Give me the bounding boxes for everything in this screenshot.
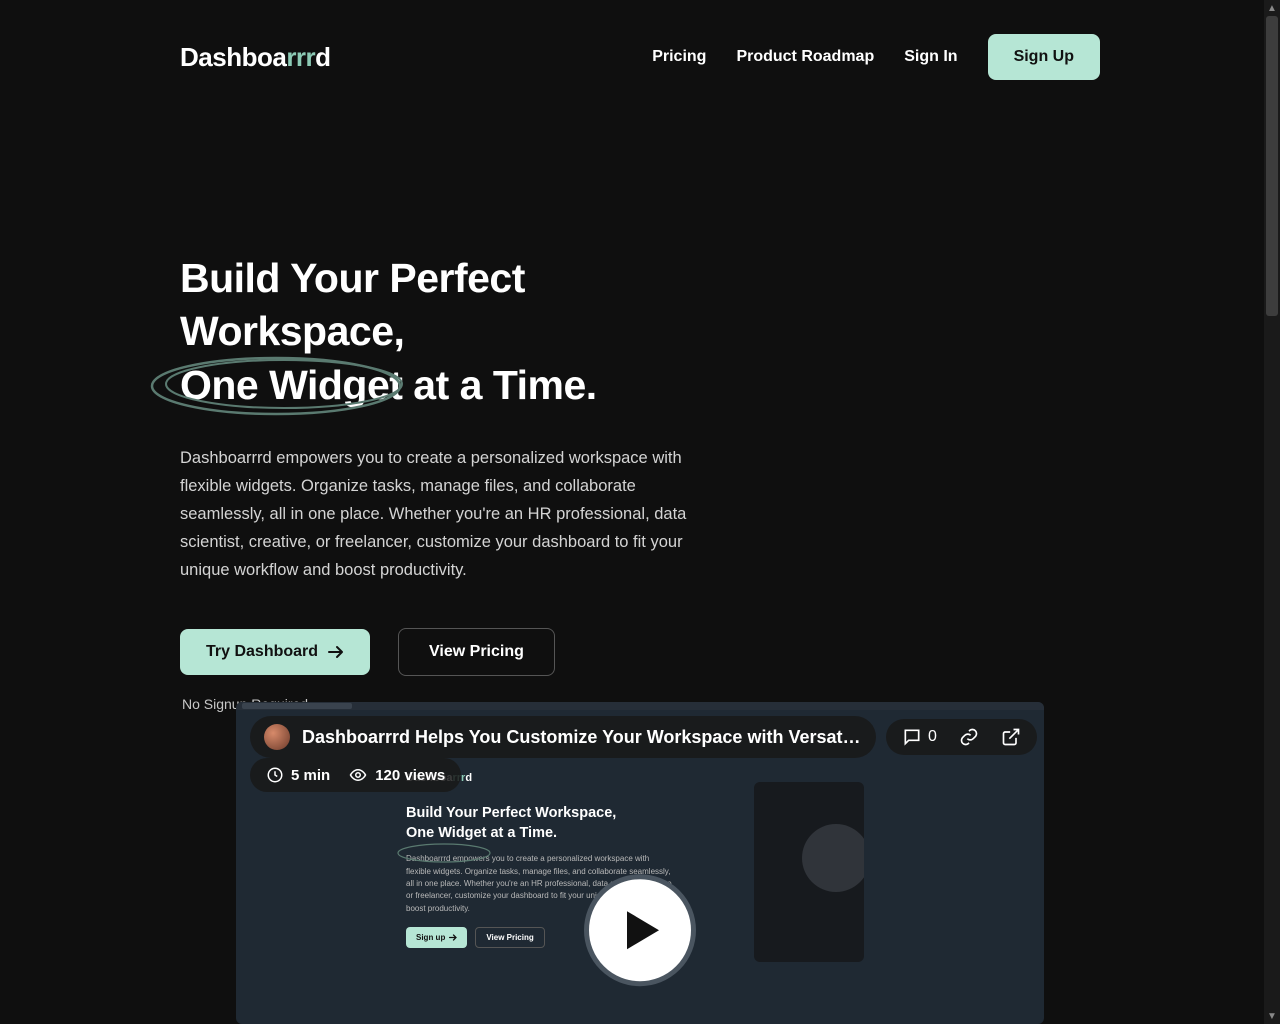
hero-title-line2-rest: at a Time.	[402, 362, 596, 408]
video-duration-text: 5 min	[291, 767, 330, 784]
eye-icon	[348, 766, 368, 784]
clock-icon	[266, 766, 284, 784]
thumb-signup-button: Sign up	[406, 927, 467, 948]
comment-button[interactable]: 0	[902, 727, 937, 747]
view-pricing-button[interactable]: View Pricing	[398, 628, 555, 676]
thumb-title-line2: One Widget at a Time.	[406, 825, 557, 841]
thumb-logo-part3: d	[465, 772, 472, 784]
hero: Build Your Perfect Workspace, One Widget…	[180, 80, 740, 712]
arrow-right-icon	[449, 934, 457, 941]
scroll-up-icon[interactable]: ▲	[1264, 0, 1280, 16]
video-views-text: 120 views	[375, 767, 445, 784]
scroll-down-icon[interactable]: ▼	[1264, 1008, 1280, 1024]
logo-part1: Dashboa	[180, 42, 286, 72]
hero-title-highlight-wrap: One Widget	[180, 359, 402, 412]
hero-title-highlight: One Widget	[180, 362, 402, 408]
try-dashboard-button[interactable]: Try Dashboard	[180, 629, 370, 675]
link-icon	[959, 727, 979, 747]
play-button[interactable]	[584, 874, 696, 986]
video-controls: 0	[886, 719, 1037, 755]
video-browser-strip	[236, 702, 1044, 710]
comment-count: 0	[928, 728, 937, 746]
video-title: Dashboarrrd Helps You Customize Your Wor…	[302, 727, 862, 748]
scrollbar[interactable]: ▲ ▼	[1264, 0, 1280, 1024]
logo-part3: d	[315, 42, 330, 72]
comment-icon	[902, 727, 922, 747]
arrow-right-icon	[328, 645, 344, 659]
logo-part2: rrr	[286, 42, 315, 72]
video-card[interactable]: Dashboarrrd Build Your Perfect Workspace…	[236, 702, 1044, 1024]
thumb-title-line1: Build Your Perfect Workspace,	[406, 805, 616, 821]
cta-row: Try Dashboard View Pricing	[180, 628, 740, 676]
hero-title: Build Your Perfect Workspace, One Widget…	[180, 252, 740, 412]
link-button[interactable]	[959, 727, 979, 747]
signup-button[interactable]: Sign Up	[988, 34, 1100, 80]
scrollbar-thumb[interactable]	[1266, 16, 1278, 316]
avatar	[264, 724, 290, 750]
nav-right: Pricing Product Roadmap Sign In Sign Up	[652, 34, 1100, 80]
decor-circle	[1092, 168, 1280, 394]
thumb-title: Build Your Perfect Workspace, One Widget…	[406, 804, 874, 843]
video-meta: 5 min 120 views	[250, 758, 461, 792]
video-overlay: Dashboarrrd Helps You Customize Your Wor…	[250, 716, 1030, 758]
nav-signin[interactable]: Sign In	[904, 48, 957, 66]
decor-arcs	[1080, 344, 1280, 584]
play-icon	[625, 909, 661, 951]
nav-roadmap[interactable]: Product Roadmap	[736, 48, 874, 66]
video-views: 120 views	[348, 766, 445, 784]
try-dashboard-label: Try Dashboard	[206, 643, 318, 661]
external-link-button[interactable]	[1001, 727, 1021, 747]
hero-description: Dashboarrrd empowers you to create a per…	[180, 444, 710, 584]
logo[interactable]: Dashboarrrd	[180, 42, 331, 73]
video-title-chip: Dashboarrrd Helps You Customize Your Wor…	[250, 716, 876, 758]
nav-pricing[interactable]: Pricing	[652, 48, 706, 66]
thumb-signup-label: Sign up	[416, 933, 445, 942]
external-link-icon	[1001, 727, 1021, 747]
thumb-pricing-button: View Pricing	[475, 927, 544, 948]
top-nav: Dashboarrrd Pricing Product Roadmap Sign…	[180, 0, 1100, 80]
video-duration: 5 min	[266, 766, 330, 784]
hero-title-line1: Build Your Perfect Workspace,	[180, 255, 525, 354]
